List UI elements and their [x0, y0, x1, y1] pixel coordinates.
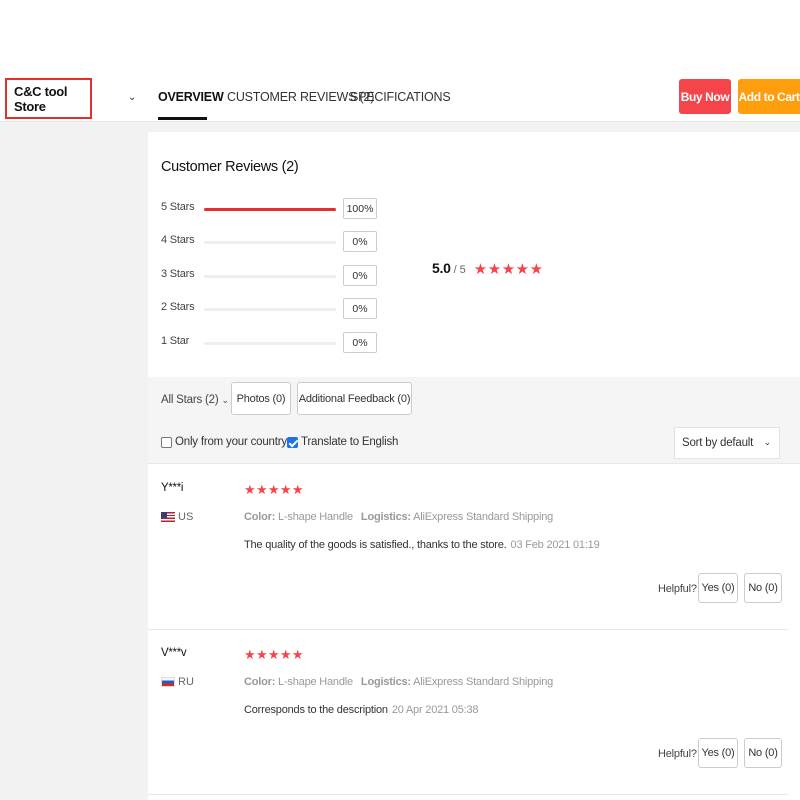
rating-bar-track [204, 308, 336, 311]
ru-flag-icon [161, 677, 175, 687]
helpful-no-button[interactable]: No (0) [744, 738, 782, 768]
all-stars-label: All Stars (2) [161, 394, 219, 406]
active-tab-indicator [158, 117, 207, 120]
logistics-value: AliExpress Standard Shipping [413, 511, 554, 523]
sort-value: Sort by default [682, 437, 754, 449]
rating-row-label: 3 Stars [161, 268, 195, 280]
average-stars-icon: ★★★★★ [473, 261, 544, 278]
rating-percent: 100% [343, 198, 377, 219]
country-code: RU [178, 676, 194, 688]
average-rating: 5.0 / 5 ★★★★★ [432, 259, 544, 278]
rating-row-label: 5 Stars [161, 201, 195, 213]
reviewer-country: RU [161, 676, 194, 688]
rating-bar-track [204, 275, 336, 278]
rating-row[interactable]: 5 Stars 100% [161, 198, 381, 220]
review-meta: Color: L-shape Handle Logistics: AliExpre… [244, 511, 553, 523]
add-to-cart-button[interactable]: Add to Cart [738, 79, 800, 114]
us-flag-icon [161, 512, 175, 522]
color-label: Color: [244, 676, 276, 688]
logistics-label: Logistics: [360, 511, 411, 523]
average-score: 5.0 [432, 260, 451, 276]
review-item: V***v RU ★★★★★ Color: L-shape Handle Logi… [148, 630, 788, 795]
review-item: Y***i US ★★★★★ Color: L-shape Handle Logi… [148, 465, 788, 630]
buy-now-button[interactable]: Buy Now [679, 79, 731, 114]
review-date: 20 Apr 2021 05:38 [391, 704, 479, 716]
color-label: Color: [244, 511, 276, 523]
chevron-down-icon[interactable]: ⌄ [128, 92, 136, 103]
rating-row-label: 4 Stars [161, 234, 195, 246]
translate-checkbox[interactable] [287, 436, 298, 448]
rating-bar-fill [204, 208, 336, 211]
rating-percent: 0% [343, 231, 377, 252]
helpful-label: Helpful? [658, 748, 697, 760]
review-meta: Color: L-shape Handle Logistics: AliExpre… [244, 676, 553, 688]
rating-row[interactable]: 3 Stars 0% [161, 265, 381, 287]
review-date: 03 Feb 2021 01:19 [510, 539, 600, 551]
tab-overview[interactable]: OVERVIEW [158, 90, 224, 104]
rating-row-label: 2 Stars [161, 301, 195, 313]
reviewer-name: V***v [161, 647, 187, 659]
country-code: US [178, 511, 194, 523]
sort-select[interactable]: Sort by default ⌄ [674, 427, 780, 459]
tab-specifications[interactable]: SPECIFICATIONS [350, 90, 451, 104]
review-body: The quality of the goods is satisfied., … [244, 539, 507, 551]
translate-checkbox-row[interactable]: Translate to English [287, 436, 398, 448]
helpful-no-button[interactable]: No (0) [744, 573, 782, 603]
rating-bar-track [204, 241, 336, 244]
chevron-down-icon: ⌄ [763, 437, 772, 447]
rating-percent: 0% [343, 332, 377, 353]
content-gap [148, 122, 800, 132]
logistics-value: AliExpress Standard Shipping [413, 676, 554, 688]
helpful-yes-button[interactable]: Yes (0) [698, 738, 738, 768]
store-name[interactable]: C&C tool Store [5, 78, 92, 119]
only-country-label: Only from your country [175, 436, 287, 448]
rating-row[interactable]: 1 Star 0% [161, 332, 381, 354]
reviewer-country: US [161, 511, 193, 523]
rating-percent: 0% [343, 298, 377, 319]
helpful-yes-button[interactable]: Yes (0) [698, 573, 738, 603]
reviewer-name: Y***i [161, 482, 184, 494]
only-country-checkbox-row[interactable]: Only from your country [161, 436, 287, 448]
additional-feedback-filter-button[interactable]: Additional Feedback (0) [297, 382, 412, 415]
translate-label: Translate to English [301, 436, 399, 448]
review-text: The quality of the goods is satisfied., … [244, 539, 600, 551]
rating-row[interactable]: 4 Stars 0% [161, 231, 381, 253]
rating-percent: 0% [343, 265, 377, 286]
rating-bar-track [204, 342, 336, 345]
all-stars-dropdown[interactable]: All Stars (2) ⌄ [161, 394, 229, 406]
logistics-label: Logistics: [360, 676, 411, 688]
color-value: L-shape Handle [278, 511, 353, 523]
chevron-down-icon: ⌄ [221, 395, 229, 405]
left-sidebar-background [0, 122, 148, 800]
review-body: Corresponds to the description [244, 704, 388, 716]
rating-bar-track [204, 208, 336, 211]
rating-row-label: 1 Star [161, 335, 190, 347]
only-country-checkbox[interactable] [161, 436, 172, 448]
color-value: L-shape Handle [278, 676, 353, 688]
review-stars-icon: ★★★★★ [244, 647, 304, 662]
review-stars-icon: ★★★★★ [244, 482, 304, 497]
average-out-of: / 5 [453, 264, 466, 276]
rating-row[interactable]: 2 Stars 0% [161, 298, 381, 320]
helpful-label: Helpful? [658, 583, 697, 595]
photos-filter-button[interactable]: Photos (0) [231, 382, 291, 415]
reviews-section-title: Customer Reviews (2) [161, 159, 299, 175]
review-text: Corresponds to the description 20 Apr 202… [244, 704, 479, 716]
